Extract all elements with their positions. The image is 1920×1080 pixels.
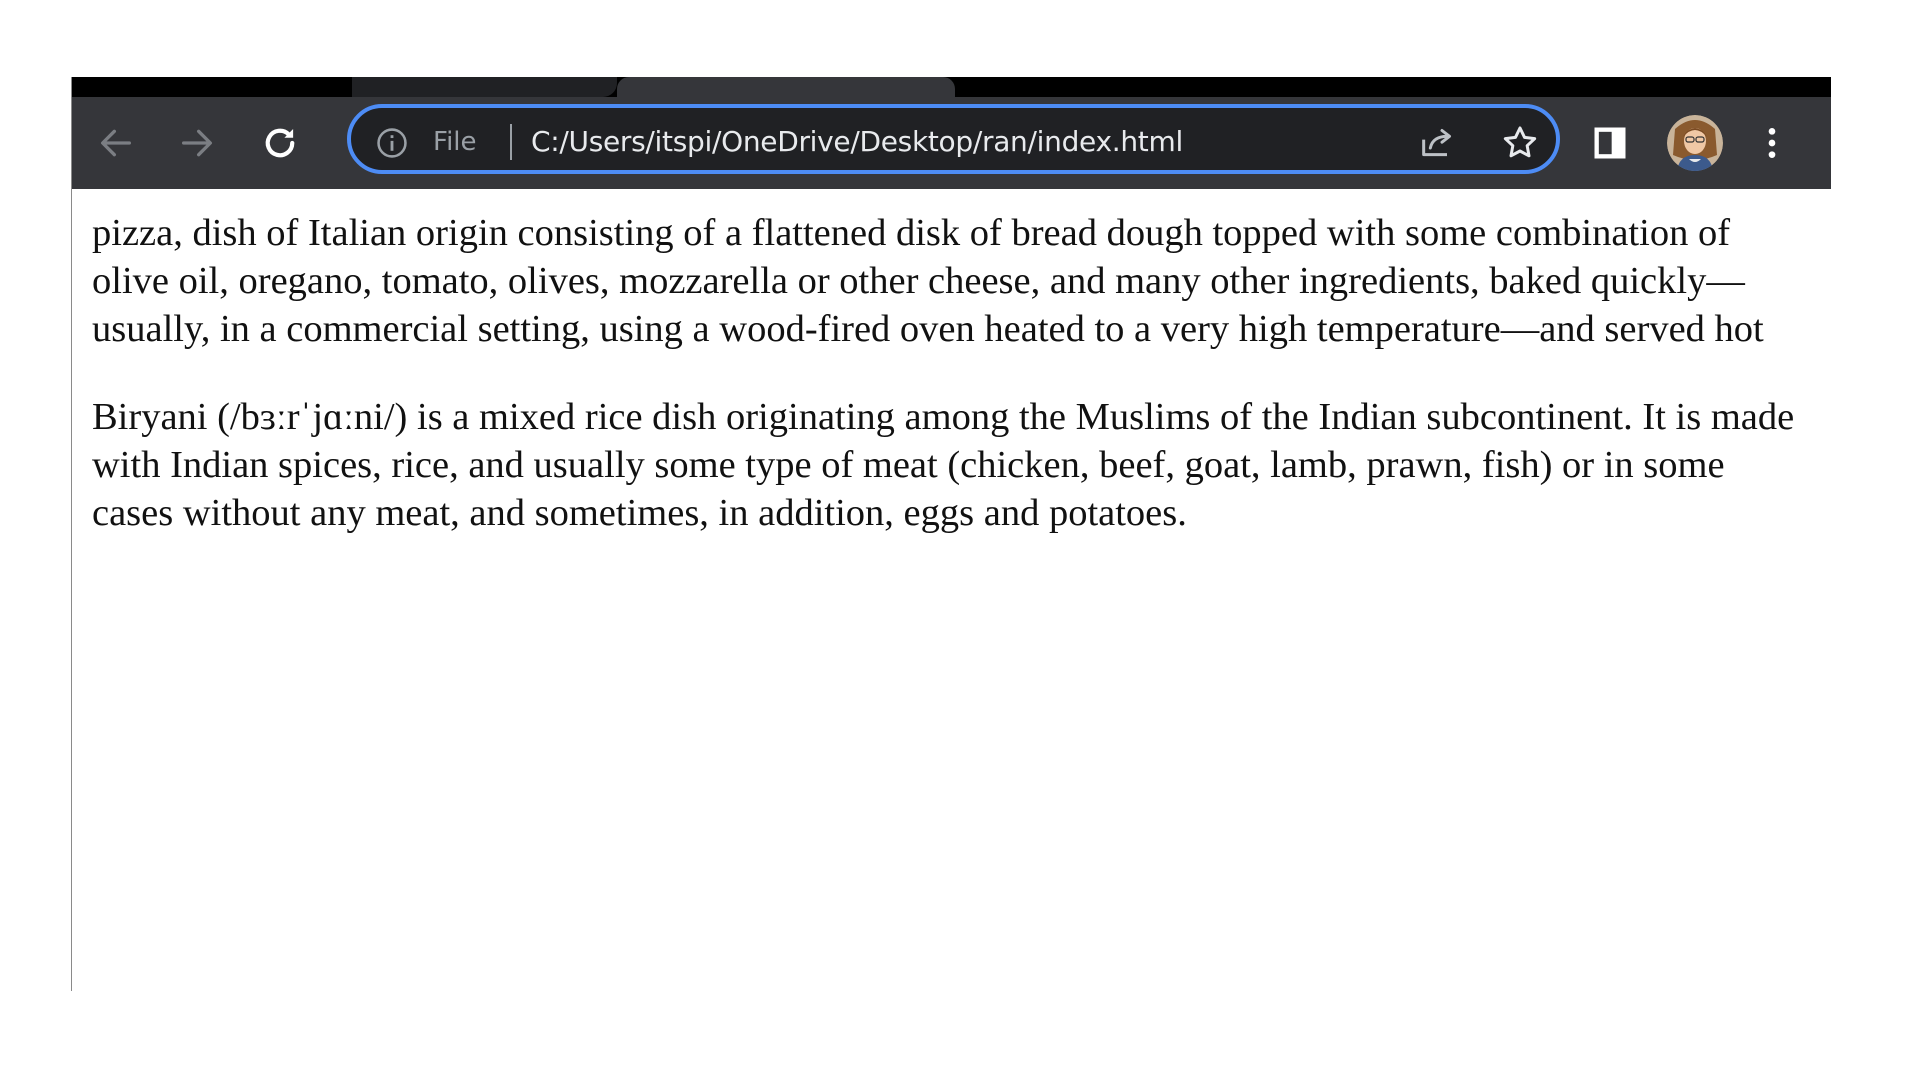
menu-button[interactable] <box>1748 119 1796 167</box>
address-bar[interactable]: File C:/Users/itspi/OneDrive/Desktop/ran… <box>347 104 1560 174</box>
arrow-left-icon <box>101 129 131 157</box>
bookmark-button[interactable] <box>1499 122 1541 164</box>
inactive-tab[interactable] <box>352 77 617 97</box>
avatar[interactable] <box>1667 115 1723 171</box>
side-panel-icon <box>1594 127 1626 159</box>
share-button[interactable] <box>1416 122 1458 164</box>
url-text[interactable]: C:/Users/itspi/OneDrive/Desktop/ran/inde… <box>531 125 1183 159</box>
share-icon <box>1422 129 1451 157</box>
page-content: pizza, dish of Italian origin consisting… <box>92 209 1812 577</box>
active-tab[interactable] <box>617 77 955 97</box>
biryani-paragraph: Biryani (/bɜːrˈjɑːni/) is a mixed rice d… <box>92 396 1795 534</box>
arrow-right-icon <box>182 129 212 157</box>
screenshot-stage: File C:/Users/itspi/OneDrive/Desktop/ran… <box>0 0 1920 1080</box>
pizza-paragraph: pizza, dish of Italian origin consisting… <box>92 212 1764 350</box>
info-icon[interactable] <box>375 126 409 160</box>
side-panel-button[interactable] <box>1586 119 1634 167</box>
star-icon <box>1503 126 1537 158</box>
profile-avatar-image <box>1667 115 1723 171</box>
reload-icon <box>265 128 295 158</box>
forward-button[interactable] <box>175 121 219 165</box>
reload-button[interactable] <box>258 121 302 165</box>
site-scheme-label: File <box>433 127 477 157</box>
browser-window: File C:/Users/itspi/OneDrive/Desktop/ran… <box>71 77 1831 991</box>
tab-strip <box>72 77 1831 97</box>
scheme-separator <box>510 124 512 160</box>
kebab-menu-icon <box>1768 128 1776 158</box>
back-button[interactable] <box>94 121 138 165</box>
browser-toolbar: File C:/Users/itspi/OneDrive/Desktop/ran… <box>72 97 1831 189</box>
